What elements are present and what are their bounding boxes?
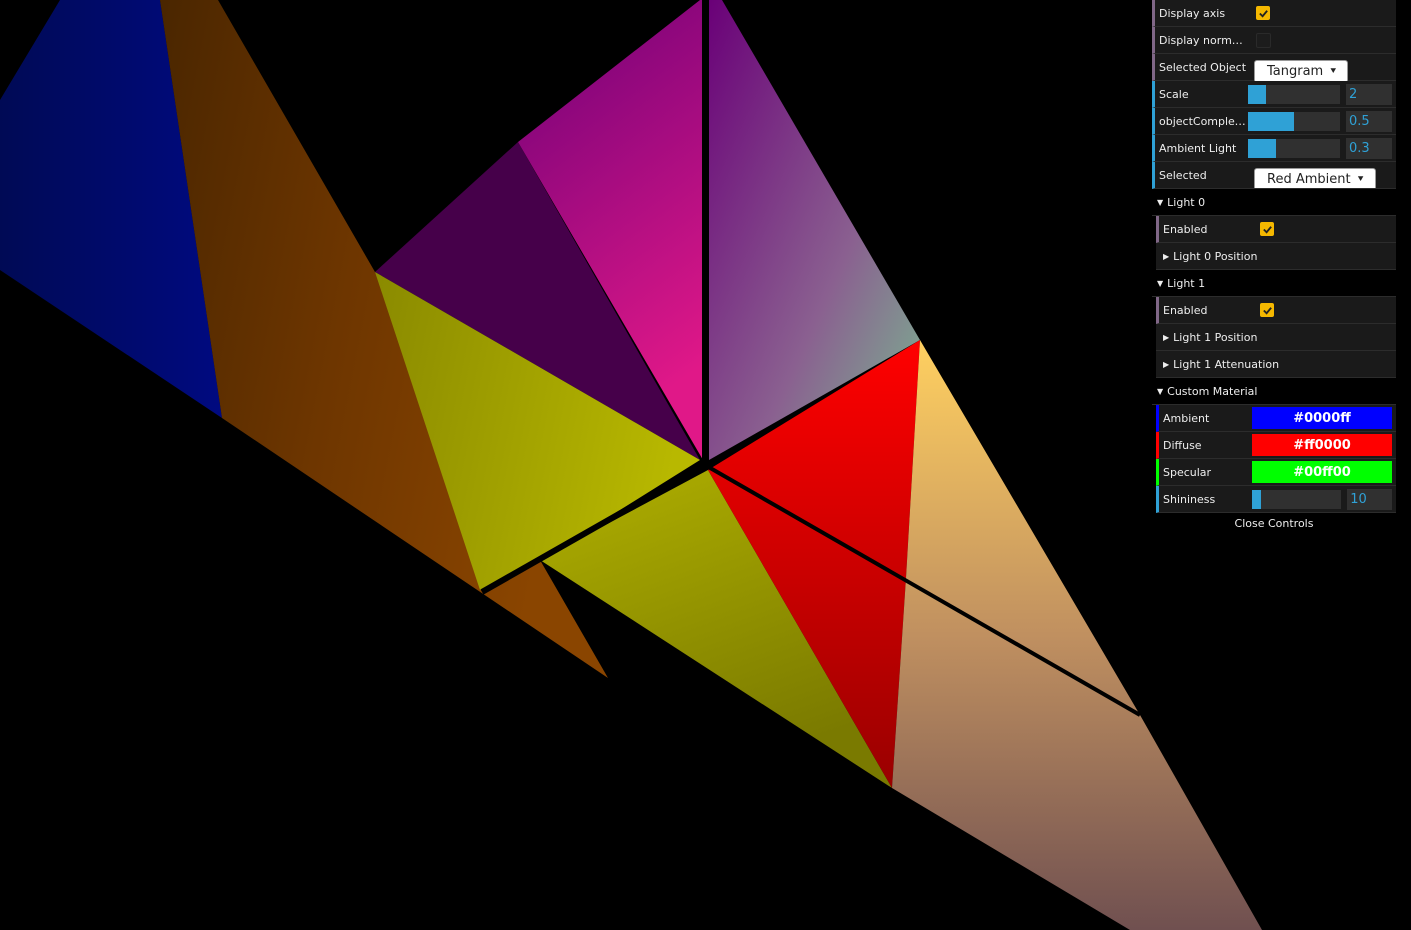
light0-enabled-checkbox[interactable] (1260, 222, 1274, 236)
light0-position-folder[interactable]: ▶ Light 0 Position (1156, 243, 1396, 270)
specular-color-picker[interactable]: #00ff00 (1252, 461, 1392, 483)
check-icon (1262, 306, 1272, 315)
selected-value: Red Ambient (1267, 172, 1351, 187)
folder-open-icon: ▼ (1157, 278, 1164, 288)
object-complexity-input[interactable]: 0.5 (1346, 110, 1392, 132)
light0-enabled-label: Enabled (1163, 222, 1208, 236)
light0-folder[interactable]: ▼ Light 0 (1152, 189, 1396, 216)
light1-enabled-row[interactable]: Enabled (1156, 297, 1396, 324)
selected-label: Selected (1159, 168, 1207, 182)
folder-closed-icon: ▶ (1163, 251, 1170, 261)
controls-panel: Display axis Display normals Selected Ob… (1152, 0, 1396, 535)
close-controls-button[interactable]: Close Controls (1152, 513, 1396, 535)
light1-folder[interactable]: ▼ Light 1 (1152, 270, 1396, 297)
display-normals-label: Display normals (1159, 33, 1247, 47)
ambient-color-label: Ambient (1163, 411, 1210, 425)
object-complexity-label: objectComplexity (1159, 114, 1247, 128)
display-normals-row[interactable]: Display normals (1152, 27, 1396, 54)
light1-title: Light 1 (1167, 276, 1206, 290)
selected-select[interactable]: Red Ambient ⯆ (1254, 168, 1376, 188)
shininess-input[interactable]: 10 (1347, 488, 1392, 510)
display-axis-label: Display axis (1159, 6, 1226, 20)
light1-attenuation-title: Light 1 Attenuation (1173, 357, 1280, 371)
display-normals-checkbox[interactable] (1256, 32, 1271, 48)
selected-object-label: Selected Object (1159, 60, 1247, 74)
check-icon (1258, 9, 1268, 18)
custom-material-folder[interactable]: ▼ Custom Material (1152, 378, 1396, 405)
scale-input[interactable]: 2 (1346, 83, 1392, 105)
diffuse-color-picker[interactable]: #ff0000 (1252, 434, 1392, 456)
diffuse-color-row: Diffuse #ff0000 (1156, 432, 1396, 459)
shininess-slider[interactable] (1252, 489, 1342, 509)
scale-slider[interactable] (1248, 84, 1340, 104)
check-icon (1262, 225, 1272, 234)
light0-enabled-row[interactable]: Enabled (1156, 216, 1396, 243)
ambient-color-row: Ambient #0000ff (1156, 405, 1396, 432)
display-axis-row[interactable]: Display axis (1152, 0, 1396, 27)
folder-open-icon: ▼ (1157, 197, 1164, 207)
light0-position-title: Light 0 Position (1173, 249, 1258, 263)
folder-closed-icon: ▶ (1163, 332, 1170, 342)
scale-row: Scale 2 (1152, 81, 1396, 108)
ambient-light-row: Ambient Light 0.3 (1152, 135, 1396, 162)
chevron-down-icon: ⯆ (1329, 66, 1338, 77)
ambient-color-picker[interactable]: #0000ff (1252, 407, 1392, 429)
chevron-down-icon: ⯆ (1356, 174, 1365, 185)
light0-title: Light 0 (1167, 195, 1206, 209)
selected-row: Selected Red Ambient ⯆ (1152, 162, 1396, 189)
shininess-label: Shininess (1163, 492, 1216, 506)
ambient-light-slider[interactable] (1248, 138, 1340, 158)
folder-closed-icon: ▶ (1163, 359, 1170, 369)
ambient-light-label: Ambient Light (1159, 141, 1237, 155)
scale-label: Scale (1159, 87, 1189, 101)
selected-object-select[interactable]: Tangram ⯆ (1254, 60, 1349, 83)
selected-object-row: Selected Object Tangram ⯆ (1152, 54, 1396, 83)
object-complexity-row: objectComplexity 0.5 (1152, 108, 1396, 135)
specular-color-row: Specular #00ff00 (1156, 459, 1396, 486)
light1-position-folder[interactable]: ▶ Light 1 Position (1156, 324, 1396, 351)
diffuse-color-label: Diffuse (1163, 438, 1202, 452)
specular-color-label: Specular (1163, 465, 1212, 479)
light1-enabled-label: Enabled (1163, 303, 1208, 317)
ambient-light-input[interactable]: 0.3 (1346, 137, 1392, 159)
object-complexity-slider[interactable] (1248, 111, 1340, 131)
selected-object-value: Tangram (1267, 64, 1324, 79)
display-axis-checkbox[interactable] (1256, 6, 1270, 20)
light1-attenuation-folder[interactable]: ▶ Light 1 Attenuation (1156, 351, 1396, 378)
shininess-row: Shininess 10 (1156, 486, 1396, 513)
custom-material-title: Custom Material (1167, 384, 1258, 398)
folder-open-icon: ▼ (1157, 386, 1164, 396)
light1-position-title: Light 1 Position (1173, 330, 1258, 344)
light1-enabled-checkbox[interactable] (1260, 303, 1274, 317)
